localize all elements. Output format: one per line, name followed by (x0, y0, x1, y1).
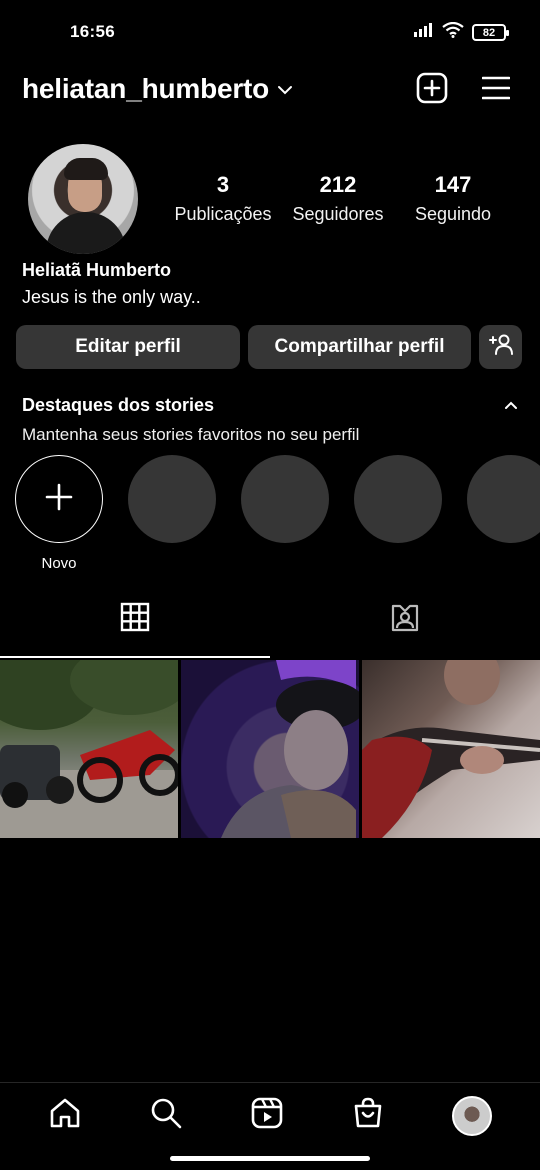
share-profile-button[interactable]: Compartilhar perfil (248, 325, 471, 369)
new-highlight-circle[interactable] (15, 455, 103, 543)
status-icons: 82 (414, 21, 509, 43)
profile-avatar[interactable] (28, 144, 138, 254)
status-time: 16:56 (70, 22, 115, 41)
post-thumbnail[interactable] (181, 660, 359, 838)
status-bar: 16:56 82 (0, 0, 540, 62)
profile-stats: 3 Publicações 212 Seguidores 147 Seguind… (168, 172, 508, 225)
tab-tagged[interactable] (270, 602, 540, 658)
home-indicator[interactable] (170, 1156, 370, 1161)
add-person-icon (488, 333, 514, 361)
edit-profile-button[interactable]: Editar perfil (16, 325, 240, 369)
new-highlight[interactable]: Novo (15, 455, 103, 572)
stat-posts[interactable]: 3 Publicações (168, 172, 278, 225)
discover-people-button[interactable] (479, 325, 522, 369)
menu-icon[interactable] (482, 75, 510, 101)
highlight-placeholder (128, 455, 216, 572)
bio-text: Jesus is the only way.. (22, 287, 201, 307)
highlights-title: Destaques dos stories (22, 395, 215, 415)
highlight-placeholder (467, 455, 540, 572)
plus-icon (45, 483, 73, 516)
highlights-subtitle: Mantenha seus stories favoritos no seu p… (22, 425, 360, 444)
search-icon[interactable] (149, 1096, 183, 1135)
stat-posts-label: Publicações (174, 204, 272, 224)
profile-tabs (0, 602, 540, 658)
stat-following-value: 147 (434, 172, 472, 197)
profile-name: Heliatã Humberto (22, 260, 172, 280)
tab-posts-grid[interactable] (0, 602, 270, 658)
bottom-navigation (0, 1082, 540, 1148)
profile-summary: 3 Publicações 212 Seguidores 147 Seguind… (28, 144, 512, 254)
home-icon[interactable] (48, 1096, 82, 1135)
highlight-placeholder (241, 455, 329, 572)
wifi-icon (442, 21, 464, 43)
profile-actions: Editar perfil Compartilhar perfil (16, 325, 524, 369)
shop-icon[interactable] (351, 1096, 385, 1135)
battery-icon: 82 (472, 24, 509, 41)
create-post-icon[interactable] (416, 72, 448, 104)
reels-icon[interactable] (250, 1096, 284, 1135)
stat-followers-label: Seguidores (292, 204, 384, 224)
signal-icon (414, 23, 434, 42)
username[interactable]: heliatan_humberto (22, 73, 269, 105)
highlights-tray: Novo (15, 455, 540, 572)
stat-following-label: Seguindo (414, 204, 492, 224)
highlight-placeholder (354, 455, 442, 572)
chevron-up-icon[interactable] (504, 397, 518, 415)
new-highlight-label: Novo (41, 555, 77, 572)
posts-grid (0, 660, 540, 838)
profile-bio: Heliatã Humberto Jesus is the only way.. (22, 260, 201, 308)
post-thumbnail[interactable] (0, 660, 178, 838)
grid-icon (120, 602, 150, 637)
stat-followers[interactable]: 212 Seguidores (283, 172, 393, 225)
post-thumbnail[interactable] (362, 660, 540, 838)
profile-header: heliatan_humberto (22, 66, 518, 112)
stat-followers-value: 212 (319, 172, 357, 197)
chevron-down-icon[interactable] (277, 82, 293, 100)
highlights-header: Destaques dos stories Mantenha seus stor… (22, 395, 518, 445)
stat-following[interactable]: 147 Seguindo (398, 172, 508, 225)
stat-posts-value: 3 (216, 172, 230, 197)
tagged-person-icon (389, 602, 421, 639)
profile-avatar[interactable] (452, 1095, 493, 1136)
